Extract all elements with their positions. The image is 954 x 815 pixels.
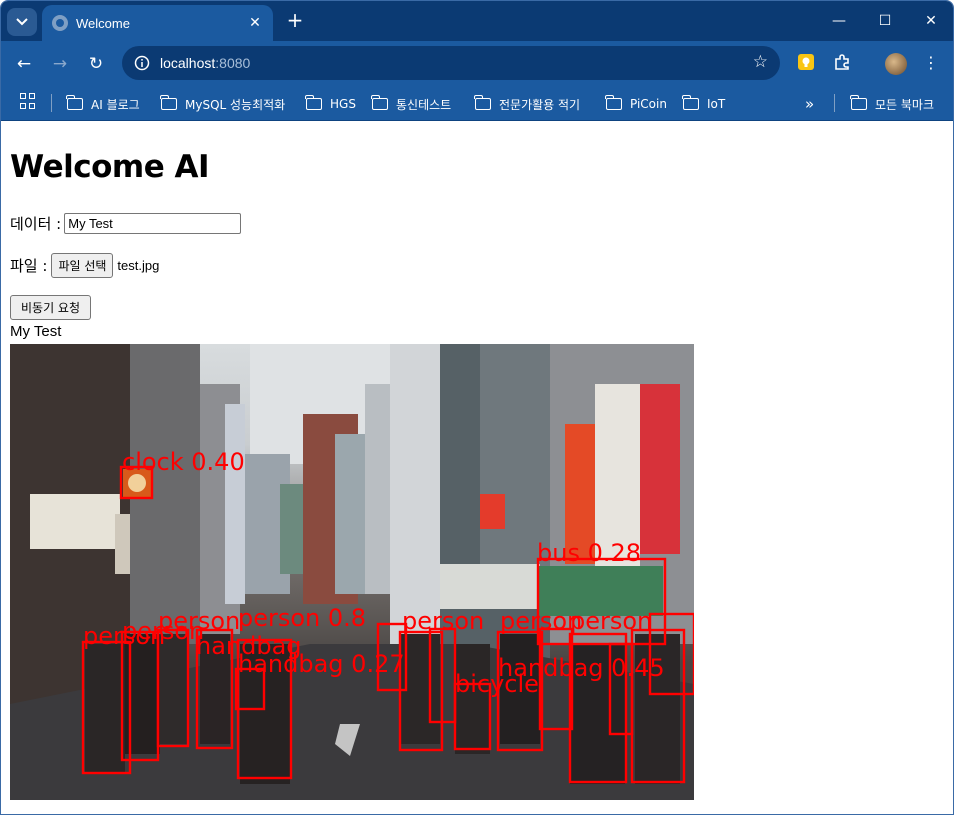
bookmark-mysql[interactable]: MySQL 성능최적화 xyxy=(160,92,286,116)
folder-icon xyxy=(305,95,322,110)
forward-button[interactable]: → xyxy=(47,51,73,77)
bookmark-iot[interactable]: IoT xyxy=(682,92,726,116)
close-icon[interactable]: ✕ xyxy=(243,15,267,31)
detection-box xyxy=(630,628,686,784)
bookmark-picoin[interactable]: PiCoin xyxy=(605,92,667,116)
bookmark-label: IoT xyxy=(707,97,726,111)
file-choose-button[interactable]: 파일 선택 xyxy=(51,253,114,278)
more-bookmarks-button[interactable]: » xyxy=(805,92,814,116)
profile-avatar[interactable] xyxy=(885,53,907,75)
bookmark-star-icon[interactable]: ☆ xyxy=(753,52,768,72)
url-host: localhost xyxy=(160,55,216,71)
bookmark-ai-blog[interactable]: AI 블로그 xyxy=(66,92,140,116)
bookmark-expert[interactable]: 전문가활용 적기 xyxy=(474,92,581,116)
url-port: :8080 xyxy=(215,55,251,71)
folder-icon xyxy=(682,95,699,110)
folder-icon xyxy=(850,95,867,110)
bookmark-separator xyxy=(834,94,835,112)
detection-label: bicycle xyxy=(455,670,539,698)
apps-grid-icon[interactable] xyxy=(20,93,36,109)
page-title: Welcome AI xyxy=(10,149,210,185)
detection-box xyxy=(120,630,160,762)
detection-label: clock 0.40 xyxy=(122,448,245,476)
async-request-button[interactable]: 비동기 요청 xyxy=(10,295,92,320)
bookmark-comm-test[interactable]: 통신테스트 xyxy=(371,92,452,116)
folder-icon xyxy=(66,95,83,110)
detection-label: person xyxy=(402,607,484,635)
reload-button[interactable]: ↻ xyxy=(83,51,109,77)
file-name: test.jpg xyxy=(117,258,160,273)
detection-label: person 0.8 xyxy=(238,604,366,632)
back-button[interactable]: ← xyxy=(11,51,37,77)
file-row: 파일 : 파일 선택 test.jpg xyxy=(10,253,159,278)
tab-strip: Welcome ✕ + — ☐ ✕ xyxy=(1,1,953,41)
maximize-button[interactable]: ☐ xyxy=(862,9,908,33)
bookmark-label: PiCoin xyxy=(630,97,667,111)
detection-overlay: clock 0.40 bus 0.28 person person person… xyxy=(81,448,694,784)
new-tab-button[interactable]: + xyxy=(283,9,307,33)
keep-extension-icon[interactable] xyxy=(797,53,819,75)
bookmark-label: 전문가활용 적기 xyxy=(499,97,581,112)
minimize-button[interactable]: — xyxy=(816,9,862,33)
page-content: Welcome AI 데이터 : 파일 : 파일 선택 test.jpg 비동기… xyxy=(1,122,953,814)
bookmark-label: 모든 북마크 xyxy=(875,97,935,112)
bookmark-label: HGS xyxy=(330,97,356,111)
bookmark-separator xyxy=(51,94,52,112)
folder-icon xyxy=(371,95,388,110)
data-row: 데이터 : xyxy=(10,213,242,234)
all-bookmarks[interactable]: 모든 북마크 xyxy=(850,92,935,116)
tab-search-button[interactable] xyxy=(7,8,37,36)
browser-window: Welcome ✕ + — ☐ ✕ ← → ↻ localhost:8080 ☆… xyxy=(0,0,954,815)
bookmark-label: 통신테스트 xyxy=(396,97,452,112)
extensions-puzzle-icon[interactable] xyxy=(833,53,855,75)
bookmark-label: MySQL 성능최적화 xyxy=(185,97,286,112)
folder-icon xyxy=(160,95,177,110)
detection-label: person xyxy=(158,607,240,635)
site-info-icon[interactable] xyxy=(130,51,154,75)
detection-label: person xyxy=(570,607,652,635)
data-input[interactable] xyxy=(64,213,242,234)
tab-title: Welcome xyxy=(76,15,130,31)
result-image: clock 0.40 bus 0.28 person person person… xyxy=(10,344,694,800)
address-bar[interactable]: localhost:8080 ☆ xyxy=(122,46,780,80)
result-text: My Test xyxy=(10,323,62,340)
folder-icon xyxy=(605,95,622,110)
bookmark-label: AI 블로그 xyxy=(91,97,140,112)
data-label: 데이터 : xyxy=(10,215,62,233)
menu-kebab-icon[interactable]: ⋮ xyxy=(923,53,939,72)
bookmark-hgs[interactable]: HGS xyxy=(305,92,356,116)
file-label: 파일 : xyxy=(10,257,48,275)
folder-icon xyxy=(474,95,491,110)
tab-welcome[interactable]: Welcome ✕ xyxy=(42,5,273,41)
chevron-down-icon xyxy=(16,18,28,26)
close-window-button[interactable]: ✕ xyxy=(908,9,953,33)
globe-icon xyxy=(52,15,68,31)
detection-label: bus 0.28 xyxy=(537,539,641,567)
toolbar: ← → ↻ localhost:8080 ☆ ⋮ xyxy=(1,41,953,87)
detection-label: handbag xyxy=(196,632,302,660)
